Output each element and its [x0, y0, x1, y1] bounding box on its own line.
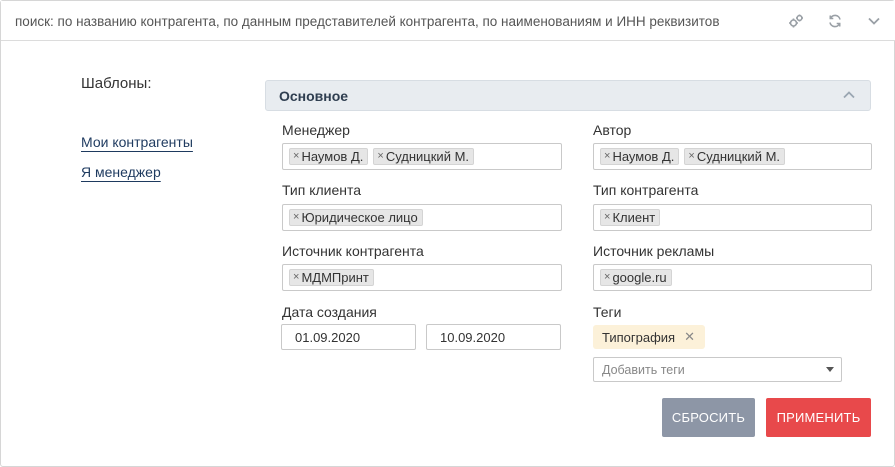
author-label: Автор [593, 122, 632, 138]
template-link-i-am-manager[interactable]: Я менеджер [81, 164, 161, 180]
settings-gears-icon[interactable] [786, 11, 806, 31]
chip-remove-icon[interactable]: × [293, 272, 299, 283]
apply-button[interactable]: ПРИМЕНИТЬ [766, 398, 871, 437]
author-multiselect[interactable]: × Наумов Д. × Судницкий М. [593, 143, 872, 170]
client-type-chip: × Юридическое лицо [289, 209, 423, 226]
tag-item: Типография ✕ [593, 325, 705, 349]
client-type-multiselect[interactable]: × Юридическое лицо [282, 204, 562, 231]
ad-source-chip: × google.ru [600, 269, 672, 286]
counterparty-type-multiselect[interactable]: × Клиент [593, 204, 872, 231]
tags-label: Теги [593, 304, 622, 320]
counterparty-source-multiselect[interactable]: × МДМПринт [282, 264, 562, 291]
ad-source-multiselect[interactable]: × google.ru [593, 264, 872, 291]
chip-remove-icon[interactable]: × [688, 151, 694, 162]
ad-source-label: Источник рекламы [593, 243, 715, 259]
chip-remove-icon[interactable]: × [604, 151, 610, 162]
refresh-icon[interactable] [825, 11, 845, 31]
counterparty-type-chip: × Клиент [600, 209, 661, 226]
manager-chip: × Наумов Д. [289, 148, 369, 165]
chip-remove-icon[interactable]: × [293, 212, 299, 223]
counterparty-source-label: Источник контрагента [282, 243, 424, 259]
section-header-main[interactable]: Основное [265, 80, 871, 111]
chip-remove-icon[interactable]: × [604, 212, 610, 223]
template-link-my-counterparties[interactable]: Мои контрагенты [81, 134, 193, 150]
author-chip: × Судницкий М. [684, 148, 786, 165]
author-chip: × Наумов Д. [600, 148, 680, 165]
dropdown-caret-icon [826, 367, 834, 372]
manager-label: Менеджер [282, 122, 350, 138]
manager-chip: × Судницкий М. [373, 148, 475, 165]
chip-remove-icon[interactable]: × [293, 151, 299, 162]
chevron-up-icon[interactable] [842, 88, 858, 104]
add-tags-select[interactable]: Добавить теги [593, 357, 842, 382]
created-date-from-input[interactable]: 01.09.2020 [281, 324, 416, 350]
created-date-to-input[interactable]: 10.09.2020 [426, 324, 561, 350]
section-title: Основное [279, 88, 349, 104]
chevron-down-icon[interactable] [864, 11, 884, 31]
chip-remove-icon[interactable]: × [604, 272, 610, 283]
filter-window: Шаблоны: Мои контрагенты Я менеджер Осно… [0, 0, 895, 467]
chip-remove-icon[interactable]: × [377, 151, 383, 162]
created-date-label: Дата создания [282, 304, 377, 320]
tag-remove-icon[interactable]: ✕ [684, 329, 695, 345]
counterparty-source-chip: × МДМПринт [289, 269, 374, 286]
templates-heading: Шаблоны: [81, 75, 152, 92]
reset-button[interactable]: СБРОСИТЬ [662, 398, 755, 437]
counterparty-type-label: Тип контрагента [593, 182, 699, 198]
client-type-label: Тип клиента [282, 182, 362, 198]
manager-multiselect[interactable]: × Наумов Д. × Судницкий М. [282, 143, 562, 170]
search-bar [1, 1, 895, 41]
search-input[interactable] [15, 9, 755, 33]
